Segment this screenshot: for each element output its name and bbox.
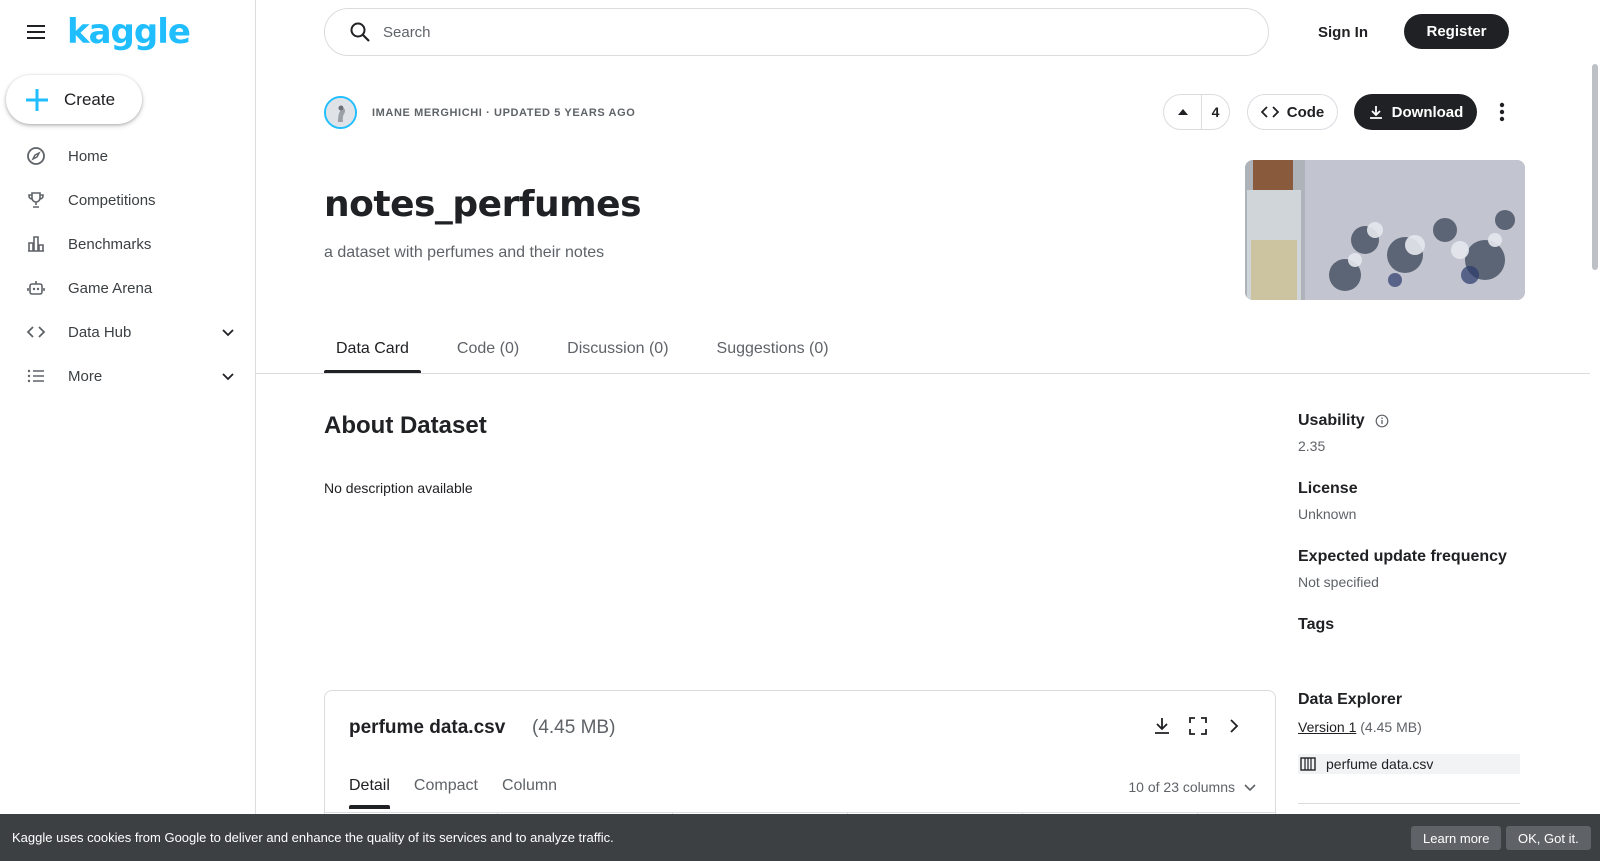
file-view-tabs: Detail Compact Column (349, 777, 581, 809)
about-description: No description available (324, 480, 473, 496)
table-icon (1300, 757, 1316, 771)
frequency-value: Not specified (1298, 574, 1379, 590)
scrollbar-thumb[interactable] (1592, 64, 1598, 270)
page-subtitle: a dataset with perfumes and their notes (324, 244, 605, 261)
table-header-rule (325, 812, 1275, 813)
columns-selector[interactable]: 10 of 23 columns (1128, 779, 1257, 795)
trophy-icon (26, 190, 46, 210)
license-section: License Unknown (1298, 480, 1538, 522)
sidebar-item-label: Game Arena (68, 279, 153, 297)
sidebar-item-benchmarks[interactable]: Benchmarks (0, 222, 256, 266)
explorer-file-name: perfume data.csv (1326, 756, 1434, 772)
create-label: Create (64, 89, 116, 109)
usability-label: Usability (1298, 412, 1365, 429)
license-value: Unknown (1298, 506, 1357, 522)
upvote-group: 4 (1163, 94, 1230, 130)
license-label: License (1298, 480, 1358, 497)
tabs-divider (256, 373, 1590, 374)
columns-selector-label: 10 of 23 columns (1128, 779, 1235, 795)
chevron-down-icon[interactable] (220, 368, 236, 384)
code-brackets-icon (26, 322, 46, 342)
fullscreen-icon[interactable] (1187, 715, 1209, 737)
tab-compact[interactable]: Compact (414, 777, 478, 809)
upvote-button[interactable] (1164, 95, 1202, 129)
data-explorer-heading: Data Explorer (1298, 691, 1403, 708)
sidebar-item-game-arena[interactable]: Game Arena (0, 266, 256, 310)
sidebar-item-label: More (68, 367, 103, 385)
download-icon[interactable] (1151, 715, 1173, 737)
download-icon (1369, 106, 1382, 119)
plus-icon (26, 88, 48, 111)
page-title: notes_perfumes (324, 184, 642, 225)
tab-detail[interactable]: Detail (349, 777, 390, 809)
usability-section: Usability 2.35 (1298, 412, 1538, 454)
tags-label: Tags (1298, 616, 1335, 633)
chevron-down-icon[interactable] (220, 324, 236, 340)
register-button[interactable]: Register (1404, 14, 1509, 49)
sidebar-item-label: Home (68, 147, 109, 165)
about-heading: About Dataset (324, 412, 487, 439)
search-icon (350, 22, 370, 42)
version-link[interactable]: Version 1 (1298, 719, 1356, 735)
cookie-banner: Kaggle uses cookies from Google to deliv… (0, 814, 1600, 861)
cookie-message: Kaggle uses cookies from Google to deliv… (12, 830, 614, 845)
sidebar-item-label: Benchmarks (68, 235, 152, 253)
menu-icon[interactable] (24, 20, 48, 44)
explorer-file-item[interactable]: perfume data.csv (1298, 754, 1520, 774)
tags-section: Tags (1298, 616, 1538, 634)
sidebar-item-home[interactable]: Home (0, 134, 256, 178)
download-label: Download (1391, 103, 1464, 121)
sidebar-item-competitions[interactable]: Competitions (0, 178, 256, 222)
chevron-right-icon[interactable] (1223, 715, 1245, 737)
avatar[interactable] (324, 96, 357, 129)
tab-suggestions[interactable]: Suggestions (0) (705, 334, 841, 374)
learn-more-button[interactable]: Learn more (1411, 826, 1502, 850)
file-size: (4.45 MB) (532, 717, 616, 738)
more-vert-icon[interactable] (1488, 98, 1516, 126)
sidebar-nav: Home Competitions Benchmarks Game Arena … (0, 134, 256, 398)
kaggle-logo[interactable]: kaggle (67, 12, 191, 52)
code-button[interactable]: Code (1247, 94, 1338, 130)
dataset-cover-image (1245, 160, 1525, 300)
file-name: perfume data.csv (349, 717, 506, 738)
tab-data-card[interactable]: Data Card (324, 334, 421, 374)
compass-icon (26, 146, 46, 166)
search-input[interactable] (383, 23, 1183, 41)
create-button[interactable]: Create (6, 75, 142, 124)
upvote-count: 4 (1211, 104, 1220, 120)
author-line: IMANE MERGHICHI · UPDATED 5 YEARS AGO (372, 107, 636, 119)
tab-discussion[interactable]: Discussion (0) (555, 334, 680, 374)
chevron-down-icon (1244, 784, 1256, 792)
download-button[interactable]: Download (1354, 94, 1477, 130)
file-actions (1151, 715, 1245, 737)
frequency-label: Expected update frequency (1298, 548, 1507, 565)
code-brackets-icon (1260, 106, 1279, 118)
bar-chart-icon (26, 234, 46, 254)
robot-icon (26, 278, 46, 298)
ok-got-it-button[interactable]: OK, Got it. (1506, 826, 1591, 850)
list-icon (26, 366, 46, 386)
version-size: (4.45 MB) (1360, 719, 1422, 735)
sidebar-item-label: Data Hub (68, 323, 132, 341)
divider (1298, 803, 1520, 804)
search-bar[interactable] (324, 8, 1269, 56)
sidebar-item-data-hub[interactable]: Data Hub (0, 310, 256, 354)
code-label: Code (1286, 103, 1325, 121)
data-explorer-version: Version 1 (4.45 MB) (1298, 719, 1422, 735)
frequency-section: Expected update frequency Not specified (1298, 548, 1538, 590)
dataset-tabs: Data Card Code (0) Discussion (0) Sugges… (324, 334, 865, 374)
sidebar-item-more[interactable]: More (0, 354, 256, 398)
info-icon[interactable] (1375, 414, 1389, 428)
tab-column[interactable]: Column (502, 777, 557, 809)
sign-in-button[interactable]: Sign In (1300, 16, 1386, 48)
sidebar-item-label: Competitions (68, 191, 156, 209)
usability-value: 2.35 (1298, 438, 1326, 454)
tab-code[interactable]: Code (0) (445, 334, 531, 374)
triangle-up-icon (1177, 109, 1188, 115)
sidebar: kaggle Create Home Competitions Benchmar… (0, 0, 256, 861)
